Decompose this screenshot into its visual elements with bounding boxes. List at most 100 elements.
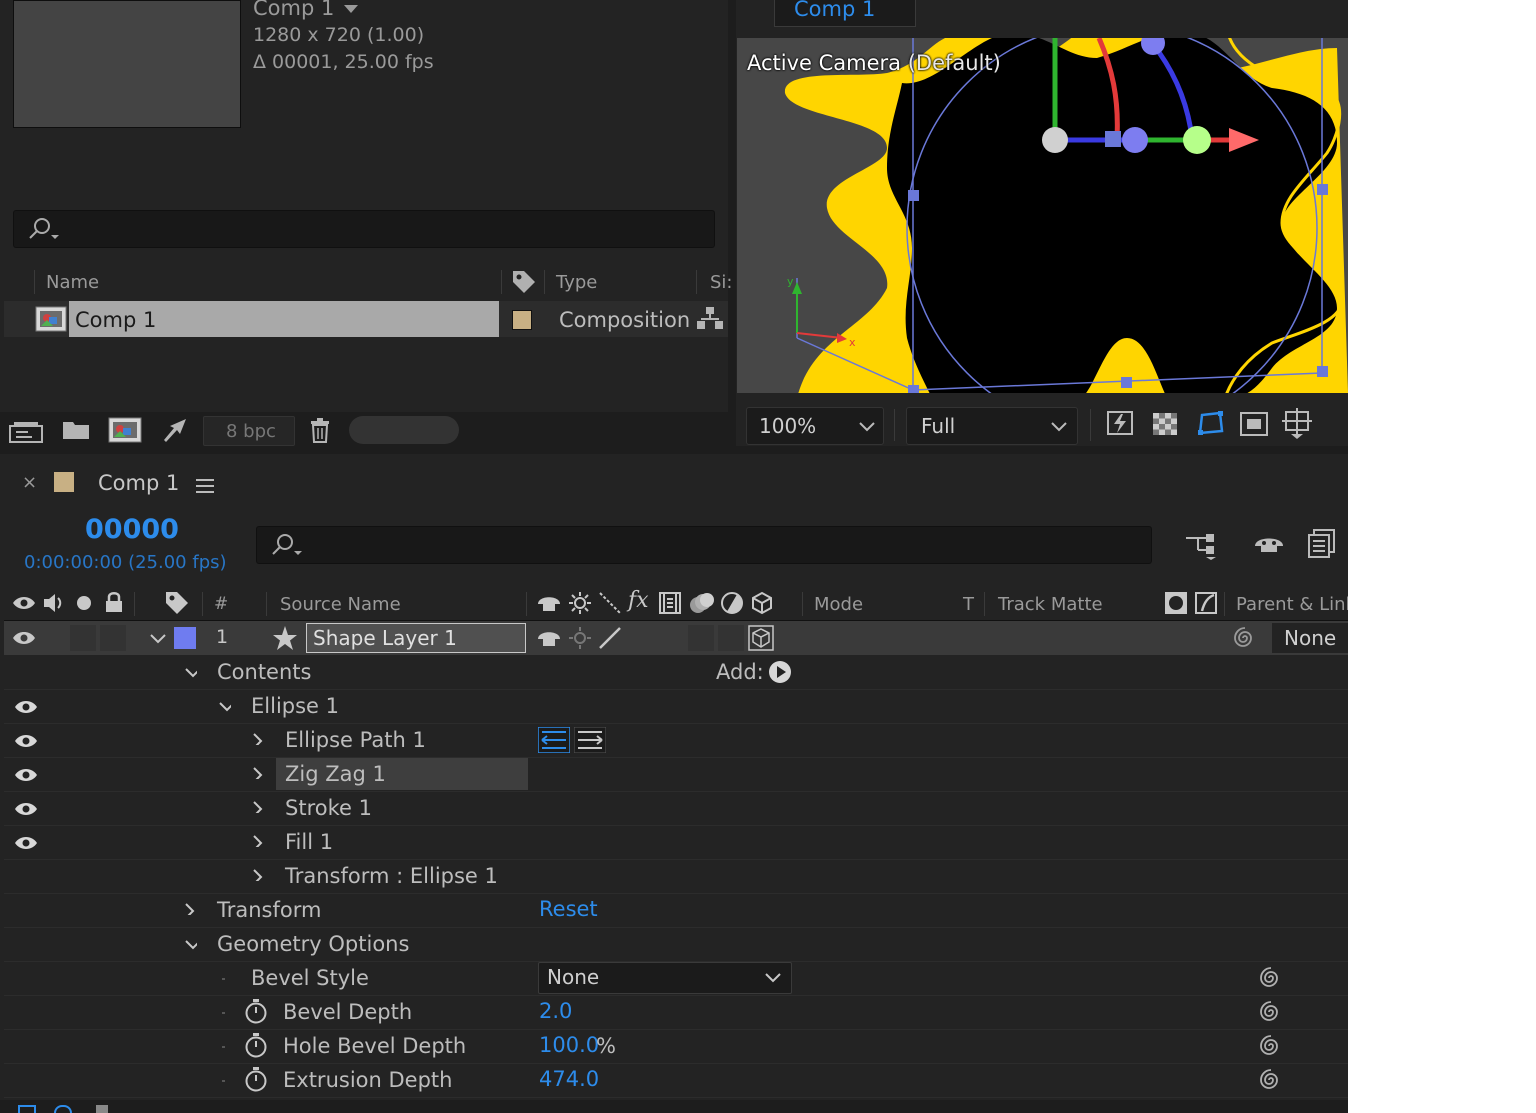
stopwatch-icon[interactable]	[244, 1032, 268, 1058]
fill-row[interactable]: Fill 1	[4, 826, 1348, 860]
project-item-row[interactable]: Comp 1 Composition	[4, 301, 728, 337]
hole-bevel-depth-row[interactable]: Hole Bevel Depth 100.0 %	[4, 1030, 1348, 1064]
comp-name-label[interactable]: Comp 1	[253, 0, 334, 20]
layer-name-field[interactable]: Shape Layer 1	[306, 623, 526, 653]
audio-speaker-icon[interactable]	[42, 592, 66, 614]
layer-pickwhip-icon[interactable]	[1232, 625, 1258, 651]
shape-layer-render[interactable]: y x	[737, 38, 1348, 393]
shy-switch-icon[interactable]	[536, 592, 562, 614]
flowchart-icon[interactable]	[696, 305, 724, 333]
chevron-right-icon[interactable]	[185, 903, 197, 915]
contents-row[interactable]: Contents Add:	[4, 656, 1348, 690]
panel-menu-icon[interactable]	[195, 478, 215, 494]
composition-canvas[interactable]: y x Active Camera (Default)	[737, 38, 1348, 393]
layer-collapse-switch-icon[interactable]	[568, 626, 592, 650]
grid-guide-options-icon[interactable]	[1281, 407, 1313, 439]
column-parent-link[interactable]: Parent & Link	[1236, 594, 1348, 615]
quality-icon[interactable]	[598, 591, 622, 615]
chevron-right-icon[interactable]	[253, 733, 265, 745]
visibility-eye-icon[interactable]	[14, 733, 40, 749]
chevron-down-icon[interactable]	[219, 702, 231, 714]
expression-pickwhip-icon[interactable]	[1258, 965, 1284, 991]
chevron-down-icon[interactable]	[150, 634, 166, 644]
chevron-right-icon[interactable]	[253, 801, 265, 813]
stopwatch-icon[interactable]	[244, 1066, 268, 1092]
timeline-tab[interactable]: × Comp 1	[0, 464, 240, 504]
footer-icon-1[interactable]	[18, 1105, 36, 1113]
visibility-eye-icon[interactable]	[14, 767, 40, 783]
path-direction-reverse-icon[interactable]	[538, 727, 570, 753]
close-icon[interactable]: ×	[22, 472, 37, 493]
column-t[interactable]: T	[963, 594, 974, 615]
layer-motion-blur-switch[interactable]	[688, 625, 714, 651]
visibility-eye-icon[interactable]	[14, 801, 40, 817]
ellipse-path-row[interactable]: Ellipse Path 1	[4, 724, 1348, 758]
layer-row[interactable]: 1 Shape Layer 1 None	[4, 621, 1348, 655]
trash-icon[interactable]	[308, 416, 332, 444]
video-eye-icon[interactable]	[12, 595, 36, 611]
new-folder-icon[interactable]	[61, 418, 91, 442]
label-tag-icon[interactable]	[164, 590, 190, 614]
layer-shy-switch-icon[interactable]	[536, 627, 562, 649]
parent-dropdown[interactable]: None	[1272, 623, 1348, 653]
project-search-input[interactable]	[13, 210, 715, 248]
bevel-style-dropdown[interactable]: None	[538, 962, 792, 994]
extrusion-depth-value[interactable]: 474.0	[539, 1067, 599, 1091]
zigzag-row[interactable]: Zig Zag 1	[4, 758, 1348, 792]
stroke-row[interactable]: Stroke 1	[4, 792, 1348, 826]
expression-pickwhip-icon[interactable]	[1258, 1067, 1284, 1093]
region-of-interest-icon[interactable]	[1239, 411, 1269, 437]
column-source-name[interactable]: Source Name	[280, 594, 401, 615]
transform-row[interactable]: Transform Reset	[4, 894, 1348, 928]
visibility-eye-icon[interactable]	[14, 699, 40, 715]
solo-dot-icon[interactable]	[76, 595, 92, 611]
chevron-right-icon[interactable]	[253, 767, 265, 779]
expression-pickwhip-icon[interactable]	[1258, 999, 1284, 1025]
chevron-right-icon[interactable]	[253, 835, 265, 847]
matte-invert-icon[interactable]	[1194, 591, 1218, 615]
geometry-options-row[interactable]: Geometry Options	[4, 928, 1348, 962]
viewer-tab-comp1[interactable]: Comp 1	[774, 0, 916, 27]
chevron-right-icon[interactable]	[253, 869, 265, 881]
thumbnail-zoom-slider[interactable]	[349, 416, 459, 444]
extrusion-depth-row[interactable]: Extrusion Depth 474.0	[4, 1064, 1348, 1098]
bevel-depth-row[interactable]: Bevel Depth 2.0	[4, 996, 1348, 1030]
frame-blend-switch-icon[interactable]	[658, 591, 682, 615]
layer-adjustment-switch[interactable]	[718, 625, 744, 651]
timeline-search-input[interactable]	[256, 526, 1152, 564]
composition-flowchart-icon[interactable]	[1184, 530, 1220, 560]
frame-blending-icon[interactable]	[1306, 528, 1336, 560]
footer-icon-2[interactable]	[54, 1105, 72, 1113]
add-play-icon[interactable]	[768, 660, 792, 684]
comp-dropdown-icon[interactable]	[343, 4, 359, 14]
stopwatch-icon[interactable]	[244, 998, 268, 1024]
bpc-button[interactable]: 8 bpc	[203, 416, 295, 446]
transparency-grid-icon[interactable]	[1151, 411, 1179, 437]
effects-fx-icon[interactable]: fx	[628, 588, 649, 613]
shy-layers-icon[interactable]	[1252, 530, 1286, 560]
hole-bevel-depth-value[interactable]: 100.0	[539, 1033, 599, 1057]
mask-path-visibility-icon[interactable]	[1194, 409, 1226, 437]
chevron-down-icon[interactable]	[185, 668, 197, 680]
item-label-color[interactable]	[512, 310, 532, 330]
resolution-dropdown[interactable]: Full	[906, 407, 1078, 445]
footer-icon-3[interactable]	[96, 1105, 108, 1113]
fast-previews-icon[interactable]	[1106, 409, 1136, 437]
column-track-matte[interactable]: Track Matte	[998, 594, 1103, 615]
3d-layer-icon[interactable]	[750, 591, 774, 615]
label-tag-icon[interactable]	[511, 269, 537, 293]
layer-audio-switch[interactable]	[70, 625, 96, 651]
adjustment-layer-icon[interactable]	[720, 591, 744, 615]
layer-quality-switch-icon[interactable]	[598, 626, 622, 650]
layer-label-color[interactable]	[174, 627, 196, 649]
matte-alpha-icon[interactable]	[1164, 591, 1188, 615]
zoom-dropdown[interactable]: 100%	[746, 407, 884, 445]
transform-reset-link[interactable]: Reset	[539, 897, 598, 921]
ellipse-group-row[interactable]: Ellipse 1	[4, 690, 1348, 724]
visibility-eye-icon[interactable]	[14, 835, 40, 851]
transform-ellipse-row[interactable]: Transform : Ellipse 1	[4, 860, 1348, 894]
lock-icon[interactable]	[104, 591, 124, 613]
column-name[interactable]: Name	[46, 272, 99, 293]
collapse-transformations-icon[interactable]	[568, 591, 592, 615]
adobe-media-encoder-icon[interactable]	[160, 416, 190, 444]
